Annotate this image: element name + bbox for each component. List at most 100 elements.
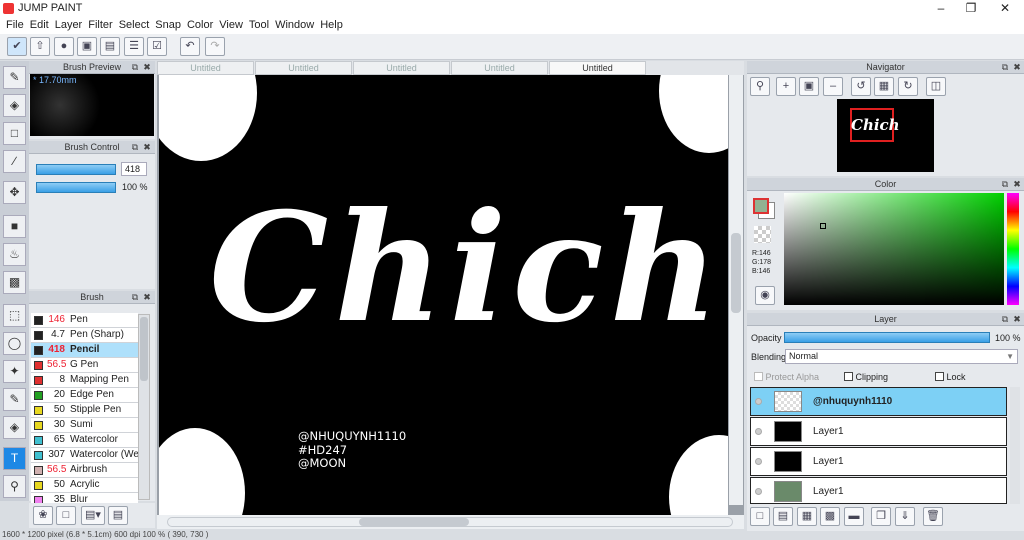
magic-wand-tool-icon[interactable]: ✦ xyxy=(3,360,26,383)
tab-document[interactable]: Untitled xyxy=(157,61,254,75)
float-icon[interactable]: ⧉ xyxy=(1000,314,1010,324)
menu-file[interactable]: File xyxy=(0,17,24,31)
text-tool-icon[interactable]: T xyxy=(3,447,26,470)
fit-icon[interactable]: ▣ xyxy=(799,77,819,96)
navigator-preview[interactable]: Chich xyxy=(837,99,934,172)
menu-select[interactable]: Select xyxy=(113,17,150,31)
palette-icon[interactable]: ◉ xyxy=(755,286,775,305)
vertical-scrollbar[interactable] xyxy=(729,75,743,505)
menu-window[interactable]: Window xyxy=(269,17,314,31)
tab-document[interactable]: Untitled xyxy=(451,61,548,75)
horizontal-scrollbar[interactable] xyxy=(157,515,744,529)
clipping-checkbox[interactable]: Clipping xyxy=(844,372,888,382)
brush-tool-icon[interactable]: ✎ xyxy=(3,66,26,89)
brush-list-item[interactable]: 8 Mapping Pen xyxy=(31,373,138,388)
float-icon[interactable]: ⧉ xyxy=(1000,62,1010,72)
menu-edit[interactable]: Edit xyxy=(24,17,49,31)
transparent-color-swatch[interactable] xyxy=(754,226,771,243)
foreground-color-swatch[interactable] xyxy=(753,198,769,214)
check-icon[interactable]: ✔ xyxy=(7,37,27,56)
blending-select[interactable]: Normal ▼ xyxy=(785,349,1018,364)
rotate-left-icon[interactable]: ↺ xyxy=(851,77,871,96)
close-panel-icon[interactable]: ✖ xyxy=(142,292,152,302)
close-button[interactable]: ✕ xyxy=(990,0,1020,17)
lock-checkbox[interactable]: Lock xyxy=(935,372,966,382)
new-1bit-layer-icon[interactable]: ▦ xyxy=(797,507,817,526)
eraser-tool-icon[interactable]: ◈ xyxy=(3,94,26,117)
visibility-icon[interactable] xyxy=(755,428,762,435)
checklist-icon[interactable]: ☑ xyxy=(147,37,167,56)
brush-settings-icon[interactable]: ❀ xyxy=(33,506,53,525)
picker-cursor[interactable] xyxy=(820,223,826,229)
brush-list-item[interactable]: 56.5 Airbrush xyxy=(31,463,138,478)
duplicate-layer-icon[interactable]: ❐ xyxy=(871,507,891,526)
line-tool-icon[interactable]: ∕ xyxy=(3,150,26,173)
brush-list-scrollbar[interactable] xyxy=(138,314,150,500)
rotate-right-icon[interactable]: ↻ xyxy=(898,77,918,96)
delete-layer-icon[interactable]: 🗑 xyxy=(923,507,943,526)
brush-list-item[interactable]: 65 Watercolor xyxy=(31,433,138,448)
new-text-layer-icon[interactable]: ▤ xyxy=(773,507,793,526)
tab-document[interactable]: Untitled xyxy=(353,61,450,75)
float-icon[interactable]: ⧉ xyxy=(130,62,140,72)
page-icon[interactable]: ▤ xyxy=(100,37,120,56)
undo-icon[interactable]: ↶ xyxy=(180,37,200,56)
comment-icon[interactable]: ▣ xyxy=(77,37,97,56)
fill-rect-tool-icon[interactable]: ■ xyxy=(3,215,26,238)
zoom-icon[interactable]: ⚲ xyxy=(750,77,770,96)
new-brush-icon[interactable]: □ xyxy=(56,506,76,525)
brush-list-item[interactable]: 307 Watercolor (Wet) xyxy=(31,448,138,463)
layer-row[interactable]: Layer1 xyxy=(750,477,1007,504)
close-panel-icon[interactable]: ✖ xyxy=(142,62,152,72)
menu-tool[interactable]: Tool xyxy=(243,17,269,31)
menu-color[interactable]: Color xyxy=(181,17,213,31)
menu-view[interactable]: View xyxy=(213,17,243,31)
minimize-button[interactable]: – xyxy=(926,0,956,17)
brush-list-item[interactable]: 30 Sumi xyxy=(31,418,138,433)
hue-slider[interactable] xyxy=(1007,193,1019,305)
flip-icon[interactable]: ▦ xyxy=(874,77,894,96)
visibility-icon[interactable] xyxy=(755,398,762,405)
rect-select-tool-icon[interactable]: ⬚ xyxy=(3,304,26,327)
eyedropper-tool-icon[interactable]: ⚲ xyxy=(3,475,26,498)
zoom-out-icon[interactable]: – xyxy=(823,77,843,96)
menu-layer[interactable]: Layer xyxy=(49,17,83,31)
close-panel-icon[interactable]: ✖ xyxy=(142,142,152,152)
close-panel-icon[interactable]: ✖ xyxy=(1012,314,1022,324)
list-icon[interactable]: ☰ xyxy=(124,37,144,56)
float-icon[interactable]: ⧉ xyxy=(1000,179,1010,189)
brush-list-icon[interactable]: ▤ xyxy=(108,506,128,525)
float-icon[interactable]: ⧉ xyxy=(130,142,140,152)
brush-size-slider[interactable] xyxy=(36,164,116,175)
layer-row[interactable]: @nhuquynh1110 xyxy=(750,387,1007,416)
reset-view-icon[interactable]: ◫ xyxy=(926,77,946,96)
visibility-icon[interactable] xyxy=(755,458,762,465)
brush-list-item[interactable]: 4.7 Pen (Sharp) xyxy=(31,328,138,343)
tab-document-active[interactable]: Untitled xyxy=(549,61,646,75)
brush-opacity-slider[interactable] xyxy=(36,182,116,193)
gradient-tool-icon[interactable]: ▩ xyxy=(3,271,26,294)
rectangle-tool-icon[interactable]: □ xyxy=(3,122,26,145)
share-icon[interactable]: ⇧ xyxy=(30,37,50,56)
speech-bubble-icon[interactable]: ● xyxy=(54,37,74,56)
lasso-tool-icon[interactable]: ◯ xyxy=(3,332,26,355)
close-panel-icon[interactable]: ✖ xyxy=(1012,179,1022,189)
protect-alpha-checkbox[interactable]: Protect Alpha xyxy=(754,372,819,382)
new-layer-icon[interactable]: □ xyxy=(750,507,770,526)
layer-row[interactable]: Layer1 xyxy=(750,447,1007,476)
layer-row[interactable]: Layer1 xyxy=(750,417,1007,446)
brush-size-value[interactable]: 418 xyxy=(121,162,147,176)
tab-document[interactable]: Untitled xyxy=(255,61,352,75)
brush-menu-icon[interactable]: ▤▾ xyxy=(81,506,105,525)
layer-opacity-slider[interactable] xyxy=(784,332,990,343)
new-tone-layer-icon[interactable]: ▩ xyxy=(820,507,840,526)
bucket-tool-icon[interactable]: ♨ xyxy=(3,243,26,266)
brush-list-item[interactable]: 146 Pen xyxy=(31,313,138,328)
close-panel-icon[interactable]: ✖ xyxy=(1012,62,1022,72)
brush-list-item[interactable]: 418 Pencil xyxy=(31,343,138,358)
select-pen-tool-icon[interactable]: ✎ xyxy=(3,388,26,411)
redo-icon[interactable]: ↷ xyxy=(205,37,225,56)
brush-list-item[interactable]: 50 Acrylic xyxy=(31,478,138,493)
float-icon[interactable]: ⧉ xyxy=(130,292,140,302)
saturation-value-picker[interactable] xyxy=(784,193,1004,305)
